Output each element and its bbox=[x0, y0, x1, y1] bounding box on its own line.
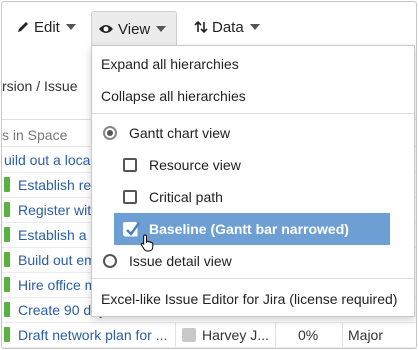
menu-item-label: Excel-like Issue Editor for Jira (licens… bbox=[101, 291, 398, 307]
edit-menu-label: Edit bbox=[34, 18, 60, 36]
menu-item-label: Collapse all hierarchies bbox=[101, 88, 246, 104]
menu-item-critical-path[interactable]: Critical path bbox=[92, 182, 414, 212]
toolbar: Edit View Data bbox=[2, 2, 416, 48]
menu-item-expand-all[interactable]: Expand all hierarchies bbox=[92, 49, 414, 79]
menu-item-collapse-all[interactable]: Collapse all hierarchies bbox=[92, 81, 414, 111]
data-menu-label: Data bbox=[212, 18, 244, 36]
edit-menu-button[interactable]: Edit bbox=[10, 11, 82, 43]
radio-unselected-icon[interactable] bbox=[103, 254, 117, 268]
data-menu-button[interactable]: Data bbox=[188, 11, 266, 43]
column-divider bbox=[342, 323, 343, 347]
menu-divider bbox=[92, 113, 414, 114]
checkbox-icon[interactable] bbox=[123, 158, 137, 172]
view-menu-label: View bbox=[118, 20, 151, 38]
pencil-icon bbox=[16, 20, 30, 34]
menu-item-label: Critical path bbox=[149, 189, 223, 205]
table-row[interactable]: Draft network plan for ... Harvey J... 0… bbox=[2, 323, 416, 348]
status-flag bbox=[4, 327, 10, 342]
chevron-down-icon bbox=[156, 26, 167, 32]
issue-title[interactable]: Establish a c bbox=[18, 227, 97, 243]
group-label: s in Space bbox=[2, 127, 68, 143]
chevron-down-icon bbox=[65, 24, 76, 30]
menu-item-label: Expand all hierarchies bbox=[101, 56, 239, 72]
status-flag bbox=[4, 227, 10, 242]
column-header-version-issue[interactable]: rsion / Issue bbox=[2, 78, 77, 94]
menu-divider bbox=[92, 278, 414, 279]
issue-title[interactable]: Hire office m bbox=[18, 277, 96, 293]
status-flag bbox=[4, 277, 10, 292]
eye-icon bbox=[98, 23, 114, 35]
status-flag bbox=[4, 252, 10, 267]
priority-cell: Major bbox=[348, 327, 384, 343]
chevron-down-icon bbox=[249, 24, 260, 30]
view-menu-button[interactable]: View bbox=[91, 11, 177, 46]
avatar-icon bbox=[182, 328, 196, 342]
issue-title[interactable]: uild out a local bbox=[4, 152, 94, 168]
progress-cell: 0% bbox=[298, 327, 319, 343]
hand-cursor-icon bbox=[140, 234, 156, 257]
issue-title[interactable]: Build out em bbox=[18, 252, 96, 268]
checkbox-checked-icon[interactable] bbox=[123, 222, 140, 237]
checkbox-icon[interactable] bbox=[123, 190, 137, 204]
status-flag bbox=[4, 202, 10, 217]
view-dropdown-menu: Expand all hierarchies Collapse all hier… bbox=[91, 45, 415, 317]
menu-item-label: Baseline (Gantt bar narrowed) bbox=[149, 221, 349, 237]
sort-arrows-icon bbox=[194, 20, 208, 34]
assignee-cell: Harvey J... bbox=[202, 327, 269, 343]
column-divider bbox=[275, 323, 276, 347]
issue-title[interactable]: Register with bbox=[18, 202, 99, 218]
menu-item-excel-editor[interactable]: Excel-like Issue Editor for Jira (licens… bbox=[92, 284, 414, 314]
issue-title[interactable]: Draft network plan for ... bbox=[18, 327, 167, 343]
column-divider bbox=[175, 323, 176, 347]
menu-item-label: Resource view bbox=[149, 157, 241, 173]
radio-selected-icon[interactable] bbox=[103, 126, 117, 140]
menu-item-gantt-chart-view[interactable]: Gantt chart view bbox=[92, 118, 414, 148]
app-frame: Edit View Data rsion / Issue s in Space … bbox=[1, 1, 417, 349]
status-flag bbox=[4, 177, 10, 192]
menu-item-label: Gantt chart view bbox=[129, 125, 231, 141]
menu-item-resource-view[interactable]: Resource view bbox=[92, 150, 414, 180]
status-flag bbox=[4, 302, 10, 317]
issue-title[interactable]: Establish rel bbox=[18, 177, 94, 193]
